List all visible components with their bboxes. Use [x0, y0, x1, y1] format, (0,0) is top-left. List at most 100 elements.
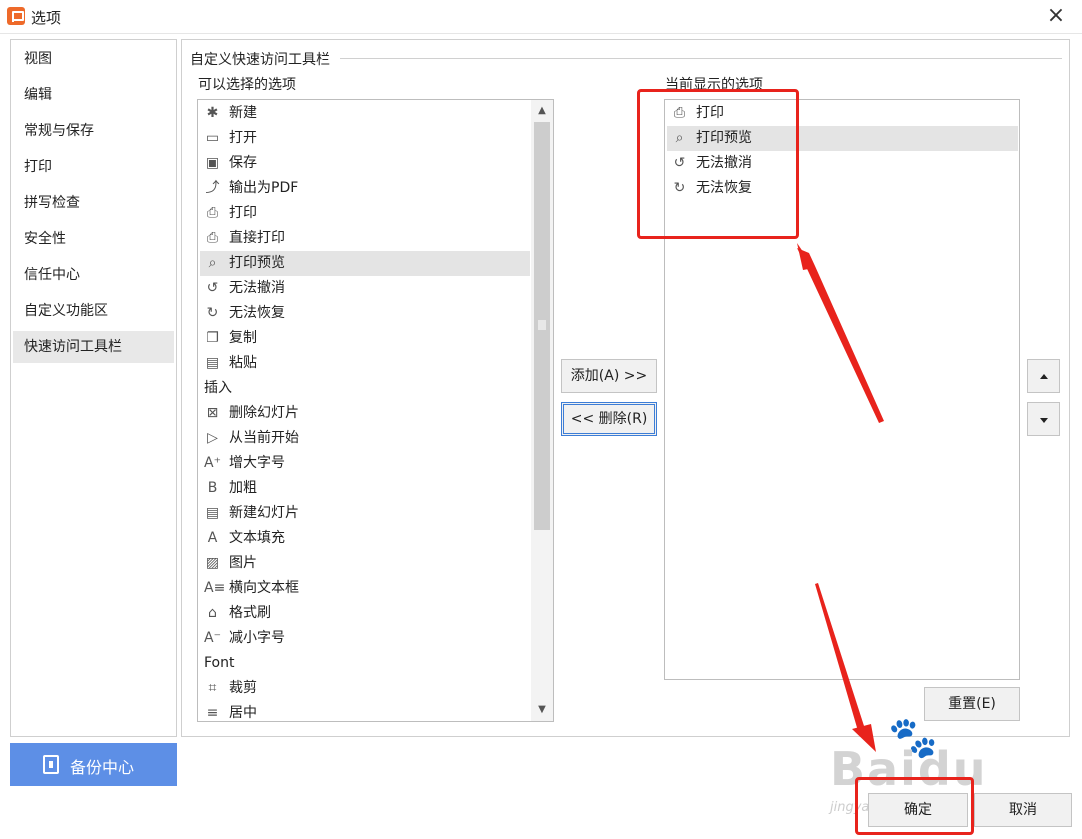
- sidebar-item-customize-ribbon[interactable]: 自定义功能区: [13, 295, 174, 327]
- print-icon: ⎙: [673, 105, 686, 121]
- app-logo-icon: [7, 7, 25, 25]
- copy-icon: ❐: [206, 330, 219, 346]
- current-list-item[interactable]: ↻ 无法恢复: [667, 176, 1018, 201]
- sidebar-item-general-save[interactable]: 常规与保存: [13, 115, 174, 147]
- available-item-label: 保存: [229, 155, 257, 171]
- scroll-up-arrow-icon[interactable]: ▲: [531, 101, 553, 121]
- bold-icon: B: [207, 480, 218, 496]
- scroll-down-arrow-icon[interactable]: ▼: [531, 700, 553, 720]
- remove-button[interactable]: << 删除(R): [561, 402, 657, 436]
- window-title: 选项: [31, 9, 62, 27]
- available-list-item[interactable]: ↻ 无法恢复: [200, 301, 530, 326]
- current-list-item[interactable]: ⌕ 打印预览: [667, 126, 1018, 151]
- available-list-item[interactable]: A⁻ 减小字号: [200, 626, 530, 651]
- available-item-label: 删除幻灯片: [229, 405, 299, 421]
- current-item-label: 打印: [696, 105, 724, 121]
- available-item-label: 从当前开始: [229, 430, 299, 446]
- available-item-label: 横向文本框: [229, 580, 299, 596]
- available-item-label: 新建: [229, 105, 257, 121]
- available-list-item[interactable]: ⤴ 输出为PDF: [200, 176, 530, 201]
- available-list-item[interactable]: ⎙ 打印: [200, 201, 530, 226]
- move-up-button[interactable]: [1027, 359, 1060, 393]
- available-item-label: 直接打印: [229, 230, 285, 246]
- available-list-item[interactable]: ❐ 复制: [200, 326, 530, 351]
- sidebar-item-print[interactable]: 打印: [13, 151, 174, 183]
- options-sidebar: 视图 编辑 常规与保存 打印 拼写检查 安全性 信任中心 自定义功能区 快速访问…: [10, 39, 177, 737]
- available-list-item[interactable]: ▷ 从当前开始: [200, 426, 530, 451]
- available-item-label: 打印预览: [229, 255, 285, 271]
- align-center-icon: ≡: [206, 705, 219, 721]
- close-icon[interactable]: ×: [1044, 3, 1068, 29]
- direct-print-icon: ⎙: [206, 230, 219, 246]
- available-item-label: 减小字号: [229, 630, 285, 646]
- available-list-scrollbar[interactable]: ▲ ▼: [531, 100, 553, 721]
- available-item-label: 图片: [229, 555, 257, 571]
- available-list-item[interactable]: ✱ 新建: [200, 101, 530, 126]
- available-item-label: 粘贴: [229, 355, 257, 371]
- available-list-item[interactable]: A≡ 横向文本框: [200, 576, 530, 601]
- available-item-label: 无法恢复: [229, 305, 285, 321]
- current-list-item[interactable]: ⎙ 打印: [667, 101, 1018, 126]
- available-item-label: 格式刷: [229, 605, 271, 621]
- add-button[interactable]: 添加(A) >>: [561, 359, 657, 393]
- available-commands-list[interactable]: ✱ 新建 ▭ 打开 ▣ 保存 ⤴ 输出为PDF ⎙ 打印 ⎙ 直接打印 ⌕ 打印预览 ↺ 无法撤消 ↻ 无法恢复 ❐…: [197, 99, 554, 722]
- available-list-item[interactable]: ⊠ 删除幻灯片: [200, 401, 530, 426]
- available-list-item[interactable]: A⁺ 增大字号: [200, 451, 530, 476]
- available-list-item[interactable]: ⌂ 格式刷: [200, 601, 530, 626]
- ok-button[interactable]: 确定: [868, 793, 968, 827]
- available-item-label: 复制: [229, 330, 257, 346]
- available-list-item[interactable]: ▤ 新建幻灯片: [200, 501, 530, 526]
- play-from-current-icon: ▷: [207, 430, 218, 446]
- available-list-item[interactable]: ↺ 无法撤消: [200, 276, 530, 301]
- print-icon: ⎙: [206, 205, 219, 221]
- current-options-label: 当前显示的选项: [665, 77, 763, 93]
- redo-icon: ↻: [206, 305, 219, 321]
- available-item-label: 无法撤消: [229, 280, 285, 296]
- scrollbar-grip: [538, 320, 546, 330]
- available-item-label: 文本填充: [229, 530, 285, 546]
- available-list-item[interactable]: ⎙ 直接打印: [200, 226, 530, 251]
- available-list-item[interactable]: B 加粗: [200, 476, 530, 501]
- open-folder-icon: ▭: [205, 130, 220, 146]
- reset-button[interactable]: 重置(E): [924, 687, 1020, 721]
- scrollbar-thumb[interactable]: [534, 122, 550, 530]
- available-list-item[interactable]: ▨ 图片: [200, 551, 530, 576]
- new-slide-icon: ▤: [205, 505, 220, 521]
- format-painter-icon: ⌂: [208, 605, 217, 621]
- available-list-item[interactable]: ▤ 粘贴: [200, 351, 530, 376]
- sidebar-item-quick-access-toolbar[interactable]: 快速访问工具栏: [13, 331, 174, 363]
- save-icon: ▣: [205, 155, 220, 171]
- redo-icon: ↻: [673, 180, 686, 196]
- text-box-icon: A≡: [204, 580, 226, 596]
- current-item-label: 打印预览: [696, 130, 752, 146]
- print-preview-icon: ⌕: [208, 255, 217, 271]
- available-item-label: 裁剪: [229, 680, 257, 696]
- available-list-item[interactable]: ▭ 打开: [200, 126, 530, 151]
- available-list-item[interactable]: ⌕ 打印预览: [200, 251, 530, 276]
- sidebar-item-security[interactable]: 安全性: [13, 223, 174, 255]
- current-commands-list[interactable]: ⎙ 打印 ⌕ 打印预览 ↺ 无法撤消 ↻ 无法恢复: [664, 99, 1020, 680]
- move-down-button[interactable]: [1027, 402, 1060, 436]
- available-list-item[interactable]: A 文本填充: [200, 526, 530, 551]
- available-item-label: 新建幻灯片: [229, 505, 299, 521]
- available-item-label: 插入: [204, 380, 232, 396]
- backup-center-label: 备份中心: [70, 758, 135, 777]
- current-item-label: 无法撤消: [696, 155, 752, 171]
- decrease-font-icon: A⁻: [204, 630, 221, 646]
- available-list-item[interactable]: ≡ 居中: [200, 701, 530, 721]
- available-item-label: 增大字号: [229, 455, 285, 471]
- cancel-button[interactable]: 取消: [974, 793, 1072, 827]
- available-item-label: 加粗: [229, 480, 257, 496]
- title-bar: 选项 ×: [0, 0, 1082, 34]
- available-list-item[interactable]: ▣ 保存: [200, 151, 530, 176]
- sidebar-item-spelling[interactable]: 拼写检查: [13, 187, 174, 219]
- available-list-item[interactable]: ⌗ 裁剪: [200, 676, 530, 701]
- backup-center-button[interactable]: 备份中心: [10, 743, 177, 786]
- sidebar-item-edit[interactable]: 编辑: [13, 79, 174, 111]
- available-item-label: 居中: [229, 705, 257, 721]
- sidebar-item-view[interactable]: 视图: [13, 43, 174, 75]
- increase-font-icon: A⁺: [204, 455, 221, 471]
- current-list-item[interactable]: ↺ 无法撤消: [667, 151, 1018, 176]
- triangle-down-icon: [1040, 418, 1048, 423]
- sidebar-item-trust-center[interactable]: 信任中心: [13, 259, 174, 291]
